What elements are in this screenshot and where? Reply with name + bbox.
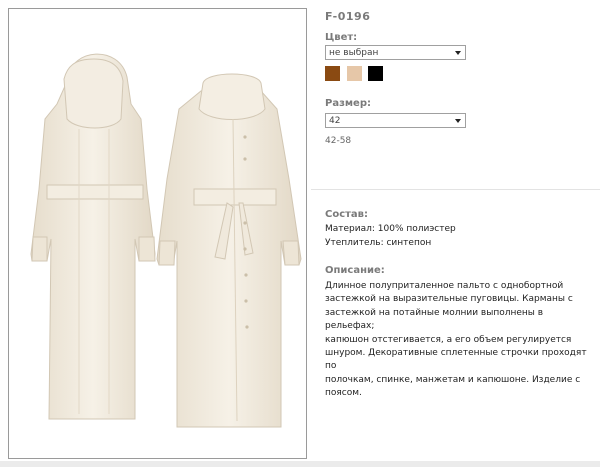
description-line: поясом. — [325, 388, 362, 399]
composition-material: Материал: 100% полиэстер — [325, 224, 456, 234]
coat-front-view — [156, 73, 302, 428]
chevron-down-icon — [455, 51, 461, 55]
description-line: полочкам, спинке, манжетам и капюшоне. И… — [325, 374, 581, 385]
color-label: Цвет: — [325, 32, 358, 43]
description-line: застежкой на выразительные пуговицы. Кар… — [325, 294, 573, 305]
color-select-value: не выбран — [329, 48, 379, 58]
divider — [311, 189, 600, 190]
color-swatch-brown[interactable] — [325, 66, 340, 81]
composition-heading: Состав: — [325, 209, 369, 220]
description-line: Длинное полуприталенное пальто с однобор… — [325, 281, 564, 291]
chevron-down-icon — [455, 119, 461, 123]
description-line: капюшон отстегивается, а его объем регул… — [325, 334, 572, 345]
size-label: Размер: — [325, 98, 372, 109]
bottom-bar — [0, 461, 600, 467]
composition-insulation: Утеплитель: синтепон — [325, 238, 432, 248]
color-swatch-black[interactable] — [368, 66, 383, 81]
description-text: Длинное полуприталенное пальто с однобор… — [325, 280, 595, 401]
size-select-value: 42 — [329, 116, 341, 126]
color-swatch-beige[interactable] — [347, 66, 362, 81]
description-line: застежкой на потайные молнии выполнены в… — [325, 307, 544, 332]
color-select[interactable]: не выбран — [325, 45, 466, 60]
coat-image — [30, 53, 302, 428]
size-range: 42-58 — [325, 136, 352, 146]
product-sku: F-0196 — [325, 10, 371, 23]
description-heading: Описание: — [325, 265, 385, 276]
description-line: шнуром. Декоративные сплетенные строчки … — [325, 348, 587, 372]
product-photo[interactable] — [8, 8, 307, 459]
size-select[interactable]: 42 — [325, 113, 466, 128]
coat-back-view — [30, 53, 156, 420]
